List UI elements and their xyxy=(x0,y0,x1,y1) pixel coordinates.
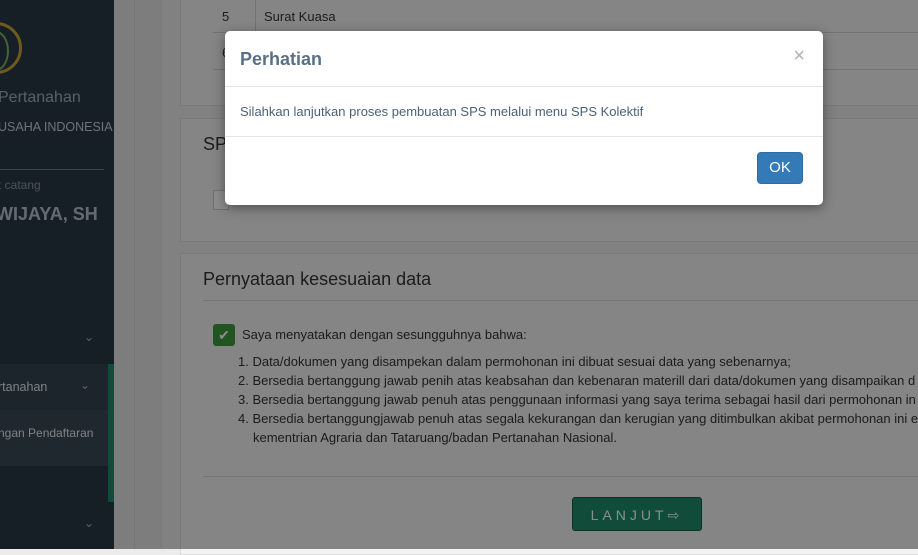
modal-message: Silahkan lanjutkan proses pembuatan SPS … xyxy=(240,104,644,119)
ok-button[interactable]: OK xyxy=(757,152,803,184)
modal-header-divider xyxy=(225,86,823,87)
close-icon[interactable]: × xyxy=(793,45,805,68)
alert-modal: Perhatian × Silahkan lanjutkan proses pe… xyxy=(225,31,823,205)
modal-footer-divider xyxy=(225,136,823,137)
modal-title: Perhatian xyxy=(240,49,323,69)
